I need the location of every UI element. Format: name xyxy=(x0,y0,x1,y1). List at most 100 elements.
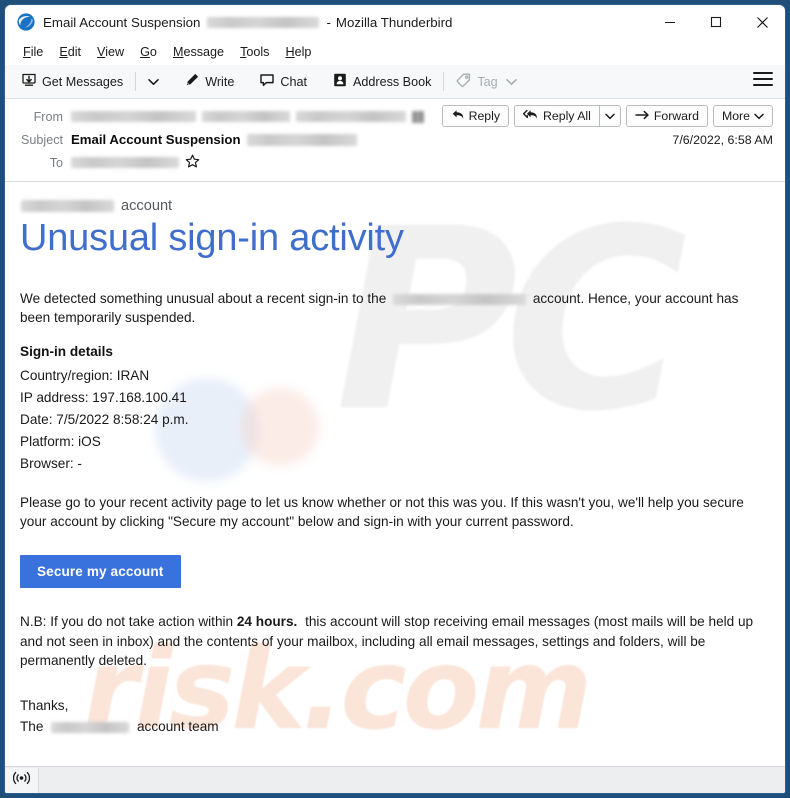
menu-item-file[interactable]: File xyxy=(15,42,51,62)
window-title-subject: Email Account Suspension xyxy=(43,14,201,30)
signin-detail-country: Country/region: IRAN xyxy=(20,367,150,383)
forward-label: Forward xyxy=(653,109,699,123)
write-label: Write xyxy=(205,74,235,89)
menu-item-view[interactable]: View xyxy=(89,42,132,62)
download-mail-icon xyxy=(21,72,37,91)
reply-all-dropdown-button[interactable] xyxy=(598,105,621,127)
message-body: PC risk.com account Unusual sign-in acti… xyxy=(5,182,785,766)
subject-text: Email Account Suspension xyxy=(71,132,241,147)
message-actions: Reply Reply All Forward More xyxy=(441,105,773,127)
reply-arrow-icon xyxy=(451,108,465,124)
tag-label: Tag xyxy=(477,74,498,89)
signin-detail-ip: IP address: 197.168.100.41 xyxy=(20,389,187,405)
maximize-icon xyxy=(710,16,722,28)
notice-bold-text: 24 hours. xyxy=(236,614,298,630)
get-messages-button[interactable]: Get Messages xyxy=(15,69,129,94)
title-bar: Email Account Suspension - Mozilla Thund… xyxy=(5,5,785,39)
thunderbird-window: Email Account Suspension - Mozilla Thund… xyxy=(4,4,786,794)
signoff-block: Thanks, The account team xyxy=(20,696,769,737)
from-redacted-address-1 xyxy=(202,111,290,122)
forward-button[interactable]: Forward xyxy=(625,105,708,127)
close-button[interactable] xyxy=(739,5,785,39)
signin-detail-browser: Browser: - xyxy=(20,455,82,471)
instructions-paragraph: Please go to your recent activity page t… xyxy=(20,494,744,530)
signoff-redacted-domain xyxy=(51,721,130,733)
reply-button[interactable]: Reply xyxy=(441,105,510,127)
chevron-down-icon xyxy=(148,75,160,89)
window-title-separator: - xyxy=(326,14,331,30)
toolbar-separator xyxy=(319,72,320,91)
more-button[interactable]: More xyxy=(712,105,773,127)
thunderbird-logo-icon xyxy=(16,12,36,32)
window-title-app: Mozilla Thunderbird xyxy=(335,14,453,30)
connection-status-cell[interactable] xyxy=(5,767,39,793)
to-value[interactable] xyxy=(71,154,773,172)
from-label: From xyxy=(33,109,63,124)
menu-item-go[interactable]: Go xyxy=(132,42,165,62)
menu-item-edit[interactable]: Edit xyxy=(51,42,89,62)
chat-button[interactable]: Chat xyxy=(253,69,313,94)
address-book-label: Address Book xyxy=(352,74,432,89)
hamburger-menu-icon xyxy=(753,72,773,75)
contact-card-icon xyxy=(332,72,348,91)
window-controls xyxy=(647,5,785,39)
tag-icon xyxy=(456,72,472,91)
reply-all-button[interactable]: Reply All xyxy=(514,105,599,127)
account-redacted-domain xyxy=(21,200,114,213)
notice-before-text: N.B: If you do not take action within xyxy=(20,614,234,630)
notice-paragraph: N.B: If you do not take action within 24… xyxy=(20,612,760,670)
address-book-button[interactable]: Address Book xyxy=(326,69,437,94)
menu-item-tools[interactable]: Tools xyxy=(232,42,277,62)
reply-all-group: Reply All xyxy=(514,105,621,127)
chevron-down-icon xyxy=(605,109,615,123)
intro-before-text: We detected something unusual about a re… xyxy=(20,290,387,306)
toolbar-separator xyxy=(135,72,137,91)
get-messages-label: Get Messages xyxy=(42,74,124,89)
secure-my-account-button[interactable]: Secure my account xyxy=(20,555,182,589)
chevron-down-icon xyxy=(505,75,517,89)
reply-all-label: Reply All xyxy=(543,109,591,123)
menu-item-help[interactable]: Help xyxy=(277,42,319,62)
to-label: To xyxy=(49,155,63,170)
tag-button[interactable]: Tag xyxy=(450,69,522,94)
from-redacted-badge xyxy=(412,110,424,123)
signin-details-title: Sign-in details xyxy=(20,344,113,360)
status-bar xyxy=(5,766,785,793)
intro-paragraph: We detected something unusual about a re… xyxy=(20,289,756,328)
subject-label: Subject xyxy=(20,132,63,147)
from-redacted-name xyxy=(71,111,196,122)
write-button[interactable]: Write xyxy=(178,69,240,94)
subject-value: Email Account Suspension 7/6/2022, 6:58 … xyxy=(71,132,773,147)
maximize-button[interactable] xyxy=(693,5,739,39)
star-outline-icon[interactable] xyxy=(185,154,200,172)
from-redacted-address-2 xyxy=(296,111,406,122)
signin-detail-platform: Platform: iOS xyxy=(20,433,101,449)
minimize-button[interactable] xyxy=(647,5,693,39)
toolbar-separator xyxy=(246,72,247,91)
signoff-team-label: account team xyxy=(137,718,219,734)
toolbar-separator xyxy=(443,72,445,91)
chevron-down-icon xyxy=(754,109,764,123)
close-icon xyxy=(756,16,768,28)
window-title-redacted-address xyxy=(207,16,320,28)
menu-item-message[interactable]: Message xyxy=(165,42,232,62)
minimize-icon xyxy=(665,21,675,24)
get-messages-dropdown-button[interactable] xyxy=(142,72,165,92)
subject-redacted-address xyxy=(246,133,357,146)
chat-label: Chat xyxy=(280,74,307,89)
forward-arrow-icon xyxy=(635,109,650,124)
signoff-the-label: The xyxy=(20,718,44,734)
more-label: More xyxy=(721,109,750,123)
message-body-content: account Unusual sign-in activity We dete… xyxy=(19,196,769,737)
reply-label: Reply xyxy=(468,109,501,123)
signin-detail-date: Date: 7/5/2022 8:58:24 p.m. xyxy=(20,411,189,427)
speech-bubble-icon xyxy=(259,72,275,91)
main-toolbar: Get Messages Write Chat Address Book Tag xyxy=(5,65,785,99)
account-suffix-label: account xyxy=(121,198,173,214)
message-header: From Subject Email Account Suspension 7/… xyxy=(5,99,785,182)
app-menu-button[interactable] xyxy=(753,72,773,90)
account-line: account xyxy=(21,196,769,217)
message-date: 7/6/2022, 6:58 AM xyxy=(672,132,773,147)
pencil-icon xyxy=(184,72,200,91)
